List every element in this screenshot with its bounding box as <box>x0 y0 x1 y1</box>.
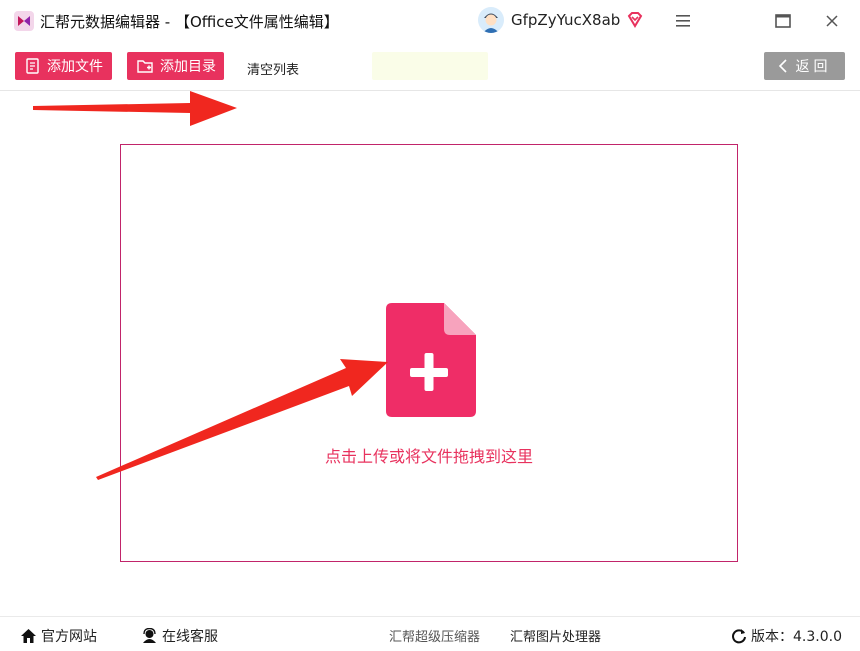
add-folder-label: 添加目录 <box>160 59 216 75</box>
username[interactable]: GfpZyYucX8ab <box>511 11 620 29</box>
avatar[interactable] <box>478 7 504 33</box>
official-website-link[interactable]: 官方网站 <box>20 626 97 646</box>
add-file-label: 添加文件 <box>47 59 103 75</box>
headset-user-icon <box>143 628 156 643</box>
window-title: 汇帮元数据编辑器 - 【Office文件属性编辑】 <box>40 13 339 31</box>
clear-list-button[interactable]: 清空列表 <box>247 59 299 78</box>
upload-dropzone[interactable]: 点击上传或将文件拖拽到这里 <box>120 144 738 562</box>
app-logo-icon <box>14 11 34 31</box>
menu-icon[interactable] <box>670 8 696 34</box>
faded-button <box>372 52 488 80</box>
version-info[interactable]: 版本：4.3.0.0 <box>731 626 842 646</box>
add-file-button[interactable]: 添加文件 <box>15 52 112 80</box>
arrow-top <box>33 91 237 126</box>
add-folder-button[interactable]: 添加目录 <box>127 52 224 80</box>
website-label: 官方网站 <box>41 629 97 645</box>
title-bar: 汇帮元数据编辑器 - 【Office文件属性编辑】 GfpZyYucX8ab <box>0 0 860 42</box>
file-list-icon <box>26 58 39 74</box>
back-button[interactable]: 返回 <box>764 52 845 80</box>
support-label: 在线客服 <box>162 629 218 645</box>
online-support-link[interactable]: 在线客服 <box>141 626 218 646</box>
refresh-icon <box>732 629 746 644</box>
image-tool-link[interactable]: 汇帮图片处理器 <box>510 626 601 645</box>
upload-hint[interactable]: 点击上传或将文件拖拽到这里 <box>121 443 737 467</box>
maximize-icon[interactable] <box>770 8 796 34</box>
status-bar: 官方网站 在线客服 汇帮超级压缩器 汇帮图片处理器 版本：4.3.0.0 <box>0 616 860 651</box>
file-plus-icon[interactable] <box>386 303 476 421</box>
diamond-heart-icon[interactable] <box>626 11 644 29</box>
close-icon[interactable] <box>819 8 845 34</box>
folder-add-icon <box>137 60 153 73</box>
compressor-link[interactable]: 汇帮超级压缩器 <box>389 626 480 645</box>
toolbar: 添加文件 添加目录 清空列表 返回 <box>0 42 860 91</box>
version-label: 版本：4.3.0.0 <box>751 629 842 645</box>
back-label: 返回 <box>795 59 832 75</box>
home-icon <box>21 629 36 643</box>
chevron-left-icon <box>778 59 787 73</box>
